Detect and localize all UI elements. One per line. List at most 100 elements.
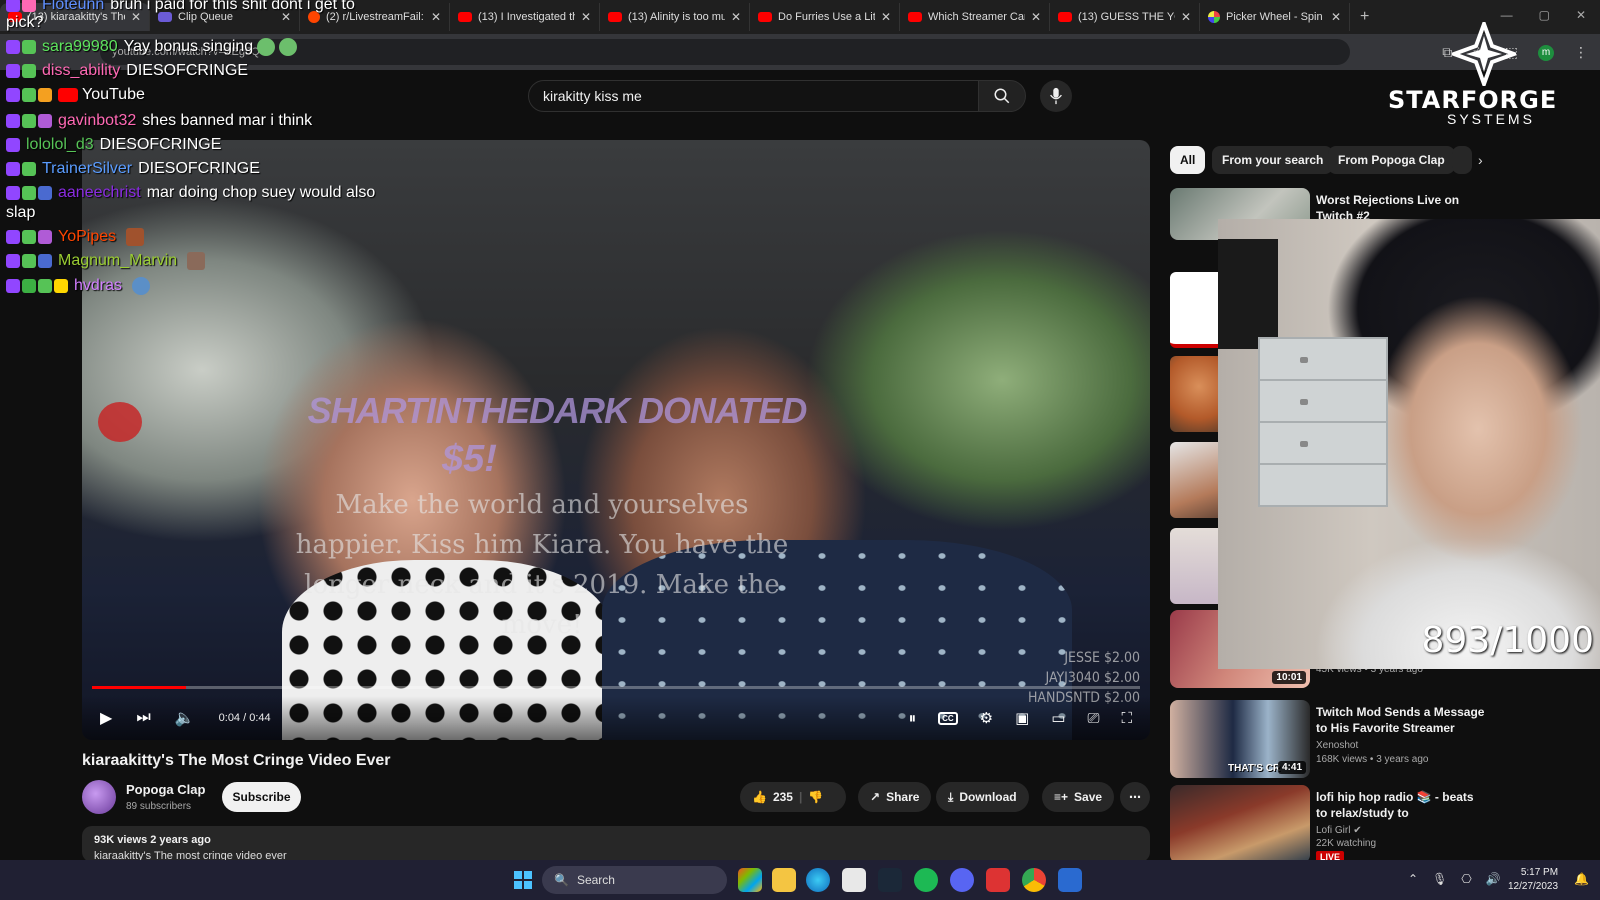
video-progress-bar[interactable]: [92, 686, 1140, 689]
more-actions-button[interactable]: ⋯: [1120, 782, 1150, 812]
starforge-logo-text: STARFORGE: [1388, 86, 1558, 114]
tab-close-icon[interactable]: ✕: [1181, 10, 1191, 24]
clock-time: 5:17 PM: [1520, 867, 1559, 878]
youtube-icon: [908, 12, 922, 22]
chip-from-channel[interactable]: From Popoga Clap: [1328, 146, 1455, 174]
profile-avatar[interactable]: m: [1538, 44, 1554, 61]
chevron-up-icon[interactable]: ⌃: [1408, 872, 1418, 886]
recommended-video[interactable]: lofi hip hop radio 📚 - beats to relax/st…: [1170, 785, 1570, 863]
video-thumbnail[interactable]: [1170, 356, 1218, 432]
description-box[interactable]: 93K views 2 years ago kiaraakitty's The …: [82, 826, 1150, 862]
tab-picker-wheel[interactable]: Picker Wheel - Spin t ✕: [1200, 3, 1350, 31]
chip-all[interactable]: All: [1170, 146, 1206, 174]
chrome-icon[interactable]: [1022, 868, 1046, 892]
spotify-icon[interactable]: [914, 868, 938, 892]
microphone-icon[interactable]: 🎙: [1432, 872, 1447, 886]
save-button[interactable]: ≡+ Save: [1042, 782, 1115, 812]
taskbar-app-icon[interactable]: [1058, 868, 1082, 892]
recommended-channel[interactable]: Xenoshot: [1316, 740, 1358, 751]
fullscreen-icon[interactable]: ⛶: [1121, 710, 1132, 727]
video-thumbnail[interactable]: [1170, 785, 1310, 863]
tab-close-icon[interactable]: ✕: [1331, 10, 1341, 24]
chat-emote: [279, 38, 298, 56]
file-explorer-icon[interactable]: [772, 868, 796, 892]
tab-close-icon[interactable]: ✕: [581, 10, 591, 24]
recommended-title[interactable]: lofi hip hop radio 📚 - beats to relax/st…: [1316, 789, 1486, 821]
recommended-channel[interactable]: Lofi Girl ✔: [1316, 825, 1362, 836]
donation-alert-amount: $5!: [442, 438, 497, 480]
steam-icon[interactable]: [878, 868, 902, 892]
tab-alinity[interactable]: (13) Alinity is too mu ✕: [600, 3, 750, 31]
donation-alert-title: SHARTINTHEDARK DONATED: [307, 390, 808, 431]
tab-furries[interactable]: Do Furries Use a Litte ✕: [750, 3, 900, 31]
donor-entry: JESSE $2.00: [1064, 650, 1140, 666]
recommended-meta: 168K views • 3 years ago: [1316, 754, 1429, 765]
close-window-icon[interactable]: ✕: [1576, 8, 1586, 22]
chat-username: diss_ability: [42, 62, 121, 79]
theater-mode-icon[interactable]: ▭: [1051, 709, 1065, 727]
channel-name[interactable]: Popoga Clap: [126, 782, 205, 797]
video-player[interactable]: SHARTINTHEDARK DONATED $5! Make the worl…: [82, 140, 1150, 740]
tab-guess[interactable]: (13) GUESS THE YOU ✕: [1050, 3, 1200, 31]
video-thumbnail[interactable]: [1170, 272, 1218, 348]
autoplay-toggle-icon[interactable]: ⏸: [909, 710, 917, 727]
captions-icon[interactable]: CC: [938, 711, 958, 725]
install-app-icon[interactable]: ⧉: [1442, 44, 1452, 61]
taskbar-app-icon[interactable]: [738, 868, 762, 892]
chevron-right-icon[interactable]: ›: [1478, 152, 1483, 168]
cast-icon[interactable]: ⎚: [1087, 710, 1099, 727]
share-button[interactable]: ↗ Share: [858, 782, 932, 812]
chat-text: YouTube: [82, 86, 145, 103]
settings-gear-icon[interactable]: ⚙: [980, 709, 993, 727]
taskbar-clock[interactable]: 5:17 PM 12/27/2023: [1508, 866, 1558, 894]
frog-badge-icon: [22, 230, 36, 244]
obs-icon[interactable]: [986, 868, 1010, 892]
chat-text: shes banned mar i think: [142, 112, 313, 129]
recommended-title[interactable]: Twitch Mod Sends a Message to His Favori…: [1316, 704, 1486, 736]
video-thumbnail[interactable]: [1170, 528, 1218, 604]
tab-close-icon[interactable]: ✕: [431, 10, 441, 24]
next-icon[interactable]: ⏭: [136, 709, 150, 727]
video-thumbnail[interactable]: THAT'S CR 4:41: [1170, 700, 1310, 778]
thumbs-down-icon[interactable]: 👎: [808, 790, 823, 804]
duration-badge: 4:41: [1277, 761, 1306, 774]
network-icon[interactable]: ⎔: [1461, 872, 1471, 886]
video-thumbnail[interactable]: [1170, 442, 1218, 518]
share-icon: ↗: [870, 790, 881, 804]
clock-date: 12/27/2023: [1508, 881, 1559, 892]
channel-avatar[interactable]: [82, 780, 116, 814]
like-count[interactable]: 235: [773, 790, 793, 804]
play-icon[interactable]: ▶: [100, 708, 112, 728]
new-tab-button[interactable]: +: [1360, 8, 1369, 26]
speaker-icon[interactable]: 🔊: [1486, 872, 1501, 886]
youtube-icon: [758, 12, 772, 22]
kebab-menu-icon[interactable]: ⋮: [1574, 44, 1588, 61]
subscriber-badge-icon: [6, 0, 20, 12]
thumbs-up-icon[interactable]: 👍: [752, 790, 767, 804]
windows-start-icon[interactable]: [514, 871, 532, 889]
chat-emote: [132, 277, 151, 295]
store-icon[interactable]: [842, 868, 866, 892]
minimize-icon[interactable]: —: [1501, 8, 1513, 22]
voice-search-button[interactable]: [1040, 80, 1072, 112]
miniplayer-icon[interactable]: ▣: [1015, 709, 1029, 727]
tab-close-icon[interactable]: ✕: [731, 10, 741, 24]
tab-which-streamer[interactable]: Which Streamer Can ✕: [900, 3, 1050, 31]
notification-bell-icon[interactable]: 🔔: [1574, 872, 1589, 886]
taskbar-search[interactable]: 🔍 Search: [542, 866, 727, 894]
chat-text: bruh i paid for this shit dont i get to: [110, 0, 355, 13]
discord-icon[interactable]: [950, 868, 974, 892]
tab-close-icon[interactable]: ✕: [1031, 10, 1041, 24]
volume-icon[interactable]: 🔈: [175, 708, 195, 728]
chip-from-your-search[interactable]: From your search: [1212, 146, 1334, 174]
search-button[interactable]: [978, 80, 1026, 112]
search-input[interactable]: [543, 88, 943, 104]
maximize-icon[interactable]: ▢: [1539, 8, 1550, 22]
youtube-icon: [58, 88, 78, 102]
download-button[interactable]: ⤓ Download: [936, 782, 1029, 812]
tab-close-icon[interactable]: ✕: [881, 10, 891, 24]
tab-investigated[interactable]: (13) I Investigated the ✕: [450, 3, 600, 31]
recommended-video[interactable]: THAT'S CR 4:41 Twitch Mod Sends a Messag…: [1170, 700, 1570, 778]
edge-icon[interactable]: [806, 868, 830, 892]
subscribe-button[interactable]: Subscribe: [222, 782, 301, 812]
